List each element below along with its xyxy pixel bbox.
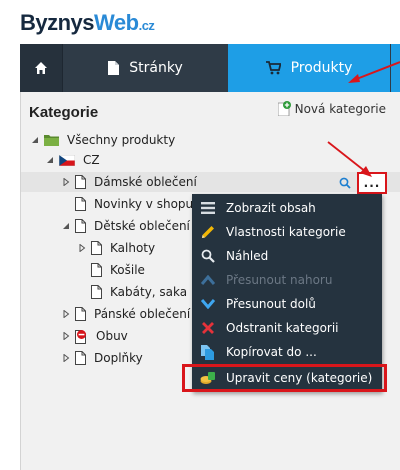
czech-flag-icon <box>59 154 75 166</box>
collapsed-triangle-icon[interactable] <box>61 309 71 319</box>
tab-products-label: Produkty <box>290 60 353 76</box>
tree-item-label: Dětské oblečení <box>94 219 190 233</box>
page-icon <box>75 219 86 233</box>
menu-item-label: Náhled <box>226 249 269 263</box>
tree-item-label: Pánské oblečení <box>94 307 191 321</box>
delete-icon <box>200 320 216 336</box>
menu-item-move-down[interactable]: Přesunout dolů <box>192 292 382 316</box>
page-icon <box>91 241 102 255</box>
page-icon <box>75 175 86 189</box>
menu-item-label: Upravit ceny (kategorie) <box>226 371 373 385</box>
main-navigation: Stránky Produkty <box>20 44 400 92</box>
category-context-menu: Zobrazit obsah Vlastnosti kategorie Náhl… <box>182 194 387 392</box>
menu-item-label: Kopírovat do ... <box>226 345 317 359</box>
home-icon <box>35 62 47 74</box>
chevron-up-icon <box>200 272 216 288</box>
expanded-triangle-icon[interactable] <box>45 155 55 165</box>
menu-item-label: Zobrazit obsah <box>226 201 316 215</box>
tree-item-label: Kalhoty <box>110 241 156 255</box>
brand-logo-part1: Byznys <box>20 10 95 35</box>
collapsed-triangle-icon[interactable] <box>61 331 71 341</box>
tree-item-label: Obuv <box>96 329 128 343</box>
collapsed-triangle-icon[interactable] <box>77 243 87 253</box>
panel-title: Kategorie <box>29 104 99 121</box>
page-icon <box>75 197 86 211</box>
expanded-triangle-icon[interactable] <box>61 221 71 231</box>
collapsed-triangle-icon[interactable] <box>61 177 71 187</box>
tree-item-label: Kabáty, saka <box>110 285 188 299</box>
brand-logo-suffix: .cz <box>138 18 155 33</box>
brand-logo[interactable]: ByznysWeb.cz <box>20 10 155 36</box>
menu-item-label: Vlastnosti kategorie <box>226 225 346 239</box>
list-icon <box>200 200 216 216</box>
tree-item-label: CZ <box>83 153 100 167</box>
tree-item-label: Všechny produkty <box>67 133 176 147</box>
annotation-arrow-more <box>327 141 372 177</box>
page-icon <box>75 351 86 365</box>
price-edit-icon <box>200 370 216 386</box>
page-icon <box>91 263 102 277</box>
add-page-icon <box>277 101 291 116</box>
tree-item-label: Dámské oblečení <box>94 175 197 189</box>
copy-icon <box>200 344 216 360</box>
home-button[interactable] <box>20 44 63 92</box>
menu-item-edit-prices[interactable]: Upravit ceny (kategorie) <box>182 364 387 392</box>
annotation-arrow-products <box>348 61 400 83</box>
expanded-triangle-icon[interactable] <box>30 135 40 145</box>
tree-item-label: Doplňky <box>94 351 143 365</box>
menu-item-move-up: Přesunout nahoru <box>192 268 382 292</box>
page-icon <box>108 61 120 75</box>
page-icon <box>91 285 102 299</box>
menu-item-category-properties[interactable]: Vlastnosti kategorie <box>192 220 382 244</box>
page-icon <box>75 307 86 321</box>
brand-logo-part2: Web <box>94 10 139 35</box>
search-icon <box>200 248 216 264</box>
folder-icon <box>44 134 59 146</box>
menu-item-label: Přesunout dolů <box>226 297 316 311</box>
tab-pages-label: Stránky <box>129 60 183 76</box>
pencil-icon <box>200 224 216 240</box>
tab-pages[interactable]: Stránky <box>63 44 228 92</box>
menu-item-delete-category[interactable]: Odstranit kategorii <box>192 316 382 340</box>
cart-icon <box>265 61 281 75</box>
menu-item-label: Přesunout nahoru <box>226 273 333 287</box>
tree-item-label: Košile <box>110 263 145 277</box>
tree-item-label: Novinky v shopu <box>94 197 194 211</box>
new-category-button[interactable]: Nová kategorie <box>277 101 386 116</box>
chevron-down-icon <box>200 296 216 312</box>
menu-item-label: Odstranit kategorii <box>226 321 339 335</box>
no-entry-icon <box>75 329 88 344</box>
menu-item-copy-to[interactable]: Kopírovat do ... <box>192 340 382 364</box>
menu-item-show-content[interactable]: Zobrazit obsah <box>192 196 382 220</box>
collapsed-triangle-icon[interactable] <box>61 353 71 363</box>
new-category-label: Nová kategorie <box>294 101 386 116</box>
menu-item-preview[interactable]: Náhled <box>192 244 382 268</box>
